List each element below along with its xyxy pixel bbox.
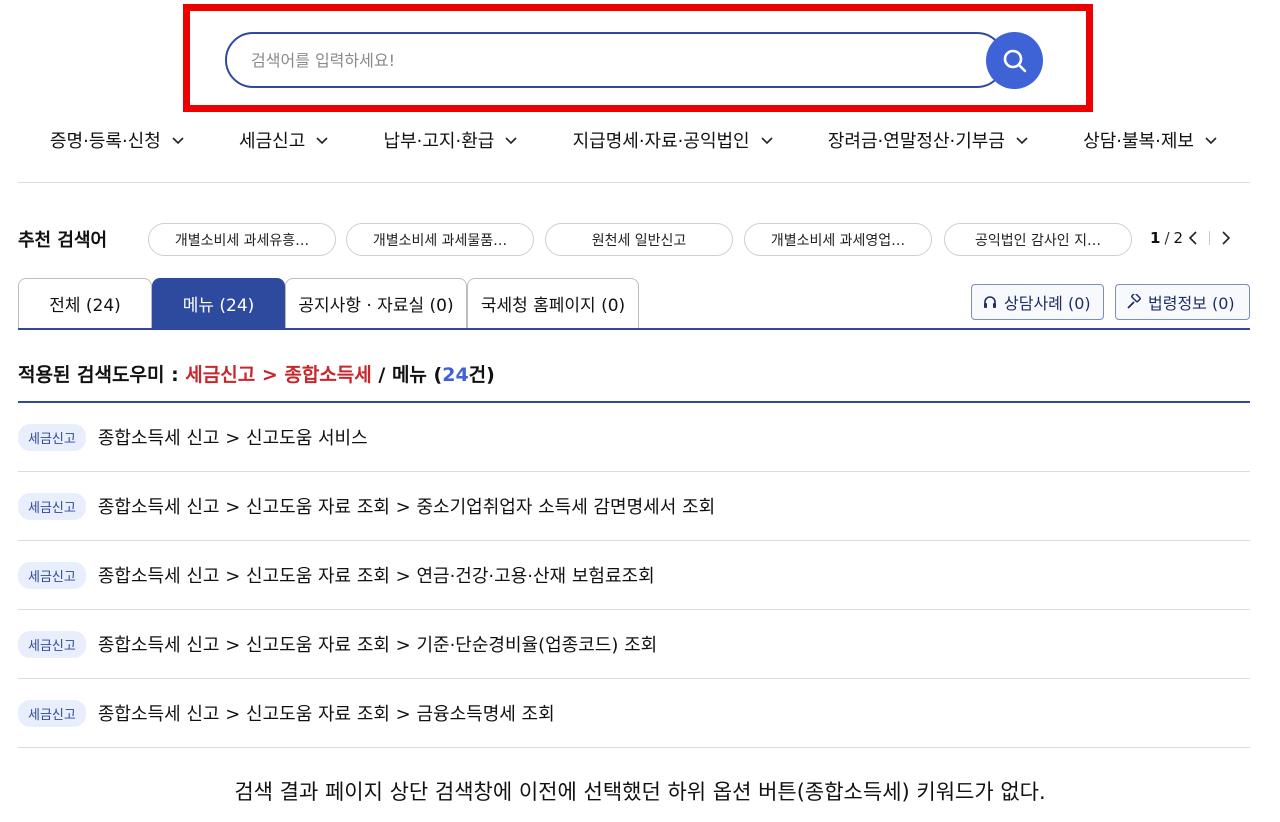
recommended-pager: 1 / 2 [1150, 228, 1236, 248]
nav-item-label: 납부·고지·환급 [383, 131, 495, 152]
category-tag: 세금신고 [18, 423, 86, 451]
nav-item-label: 세금신고 [239, 131, 306, 152]
pager-current: 1 [1150, 229, 1161, 247]
category-tag: 세금신고 [18, 561, 86, 589]
recommended-chip[interactable]: 개별소비세 과세물품… [346, 223, 534, 256]
chevron-left-icon [1188, 231, 1197, 245]
main-nav: 증명·등록·신청 세금신고 납부·고지·환급 지급명세·자료·공익법인 장려금·… [18, 120, 1250, 160]
result-row[interactable]: 세금신고 종합소득세 신고 > 신고도움 자료 조회 > 금융소득명세 조회 [18, 679, 1250, 748]
category-tag: 세금신고 [18, 492, 86, 520]
result-text: 종합소득세 신고 > 신고도움 자료 조회 > 중소기업취업자 소득세 감면명세… [97, 497, 716, 518]
pager-separator: / [1164, 229, 1170, 247]
nav-item-consulting[interactable]: 상담·불복·제보 [1083, 127, 1218, 153]
nav-item-label: 지급명세·자료·공익법인 [572, 131, 750, 152]
nav-item-payment[interactable]: 납부·고지·환급 [384, 127, 519, 153]
category-tag: 세금신고 [18, 699, 86, 727]
nav-item-tax-report[interactable]: 세금신고 [239, 127, 329, 153]
chevron-down-icon [172, 137, 184, 145]
search-input[interactable] [251, 34, 951, 86]
result-row[interactable]: 세금신고 종합소득세 신고 > 신고도움 자료 조회 > 기준·단순경비율(업종… [18, 610, 1250, 679]
pager-prev-button[interactable] [1183, 228, 1203, 248]
result-row[interactable]: 세금신고 종합소득세 신고 > 신고도움 자료 조회 > 연금·건강·고용·산재… [18, 541, 1250, 610]
nav-item-label: 장려금·연말정산·기부금 [827, 131, 1005, 152]
chevron-down-icon [1016, 137, 1028, 145]
search-icon [1003, 49, 1026, 72]
consult-cases-button[interactable]: 상담사례 (0) [971, 284, 1104, 320]
recommended-chip[interactable]: 공익법인 감사인 지… [944, 223, 1132, 256]
chevron-down-icon [1205, 137, 1217, 145]
nav-item-label: 상담·불복·제보 [1083, 131, 1194, 152]
consult-cases-label: 상담사례 (0) [1004, 294, 1091, 313]
chevron-down-icon [505, 137, 517, 145]
category-tag: 세금신고 [18, 630, 86, 658]
law-info-button[interactable]: 법령정보 (0) [1115, 284, 1250, 320]
result-text: 종합소득세 신고 > 신고도움 자료 조회 > 금융소득명세 조회 [97, 704, 555, 725]
pager-next-button[interactable] [1216, 228, 1236, 248]
nav-item-label: 증명·등록·신청 [50, 131, 161, 152]
nav-item-incentives[interactable]: 장려금·연말정산·기부금 [828, 127, 1029, 153]
filter-suffix: 건) [468, 364, 495, 386]
result-text: 종합소득세 신고 > 신고도움 자료 조회 > 기준·단순경비율(업종코드) 조… [97, 635, 658, 656]
headset-icon [984, 296, 996, 308]
gavel-icon [1127, 294, 1141, 309]
tab-homepage[interactable]: 국세청 홈페이지 (0) [467, 278, 639, 328]
tab-all[interactable]: 전체 (24) [18, 278, 152, 328]
search-box[interactable] [225, 32, 1005, 88]
nav-item-statements[interactable]: 지급명세·자료·공익법인 [573, 127, 774, 153]
chevron-down-icon [316, 137, 328, 145]
law-info-label: 법령정보 (0) [1148, 294, 1235, 313]
recommended-chip[interactable]: 개별소비세 과세유흥… [148, 223, 336, 256]
result-row[interactable]: 세금신고 종합소득세 신고 > 신고도움 자료 조회 > 중소기업취업자 소득세… [18, 472, 1250, 541]
tabs-underline [18, 328, 1250, 330]
result-text: 종합소득세 신고 > 신고도움 자료 조회 > 연금·건강·고용·산재 보험료조… [97, 566, 655, 587]
tab-notices[interactable]: 공지사항 · 자료실 (0) [285, 278, 467, 328]
nav-divider [18, 182, 1250, 183]
recommended-chip[interactable]: 원천세 일반신고 [545, 223, 733, 256]
search-button[interactable] [986, 32, 1043, 89]
result-row[interactable]: 세금신고 종합소득세 신고 > 신고도움 서비스 [18, 403, 1250, 472]
recommended-chip[interactable]: 개별소비세 과세영업… [744, 223, 932, 256]
chevron-right-icon [1222, 231, 1231, 245]
pager-total: 2 [1173, 229, 1184, 247]
result-text: 종합소득세 신고 > 신고도움 서비스 [97, 428, 368, 449]
nav-item-certificates[interactable]: 증명·등록·신청 [50, 127, 185, 153]
applied-filter: 적용된 검색도우미 : 세금신고 > 종합소득세 / 메뉴 (24건) [18, 360, 495, 387]
caption-text: 검색 결과 페이지 상단 검색창에 이전에 선택했던 하위 옵션 버튼(종합소득… [234, 780, 1046, 804]
filter-path: 세금신고 > 종합소득세 [185, 364, 372, 386]
recommended-label: 추천 검색어 [18, 230, 108, 251]
pager-divider [1209, 231, 1211, 245]
filter-count: 24 [442, 364, 469, 386]
chevron-down-icon [761, 137, 773, 145]
filter-prefix: 적용된 검색도우미 : [18, 364, 186, 386]
filter-mid: / 메뉴 ( [371, 364, 443, 386]
tab-menu[interactable]: 메뉴 (24) [152, 278, 285, 328]
